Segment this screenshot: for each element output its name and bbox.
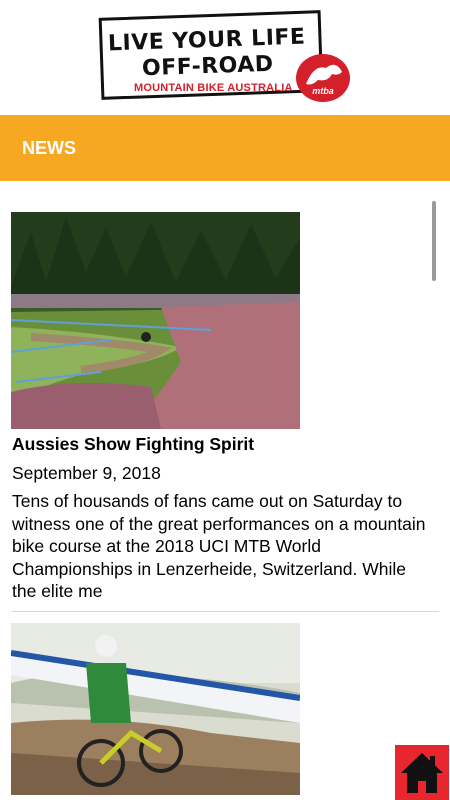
article-excerpt: Tens of housands of fans came out on Sat… — [12, 491, 426, 601]
mtba-badge-icon: mtba — [296, 54, 350, 102]
home-button[interactable] — [395, 745, 449, 800]
logo-subtitle: MOUNTAIN BIKE AUSTRALIA — [134, 82, 293, 94]
home-icon — [401, 753, 443, 793]
article-title[interactable]: Aussies Show Fighting Spirit — [12, 434, 254, 455]
logo-badge-text: mtba — [312, 86, 334, 96]
logo-line-2: OFF-ROAD — [141, 51, 274, 82]
mtba-logo[interactable]: LIVE YOUR LIFE OFF-ROAD MOUNTAIN BIKE AU… — [98, 10, 352, 102]
news-section-bar: NEWS — [0, 115, 450, 181]
article-divider — [12, 611, 439, 612]
section-title: NEWS — [22, 138, 76, 158]
scrollbar[interactable] — [432, 201, 436, 281]
app-header: LIVE YOUR LIFE OFF-ROAD MOUNTAIN BIKE AU… — [0, 0, 450, 115]
article-image[interactable] — [11, 212, 300, 429]
article-image[interactable] — [11, 623, 300, 795]
article-date: September 9, 2018 — [12, 463, 161, 483]
news-list[interactable]: Aussies Show Fighting Spirit September 9… — [0, 181, 450, 800]
